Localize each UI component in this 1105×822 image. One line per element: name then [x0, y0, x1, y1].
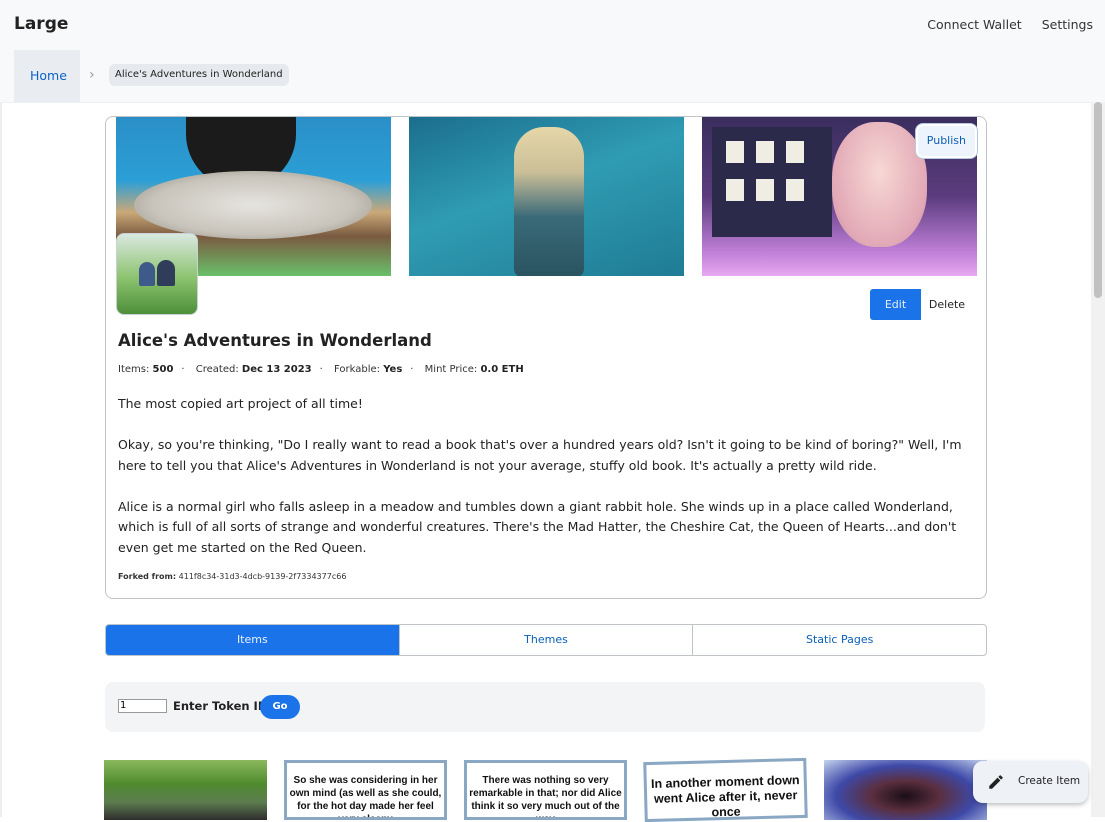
scrollbar-thumb[interactable]	[1094, 102, 1102, 298]
left-edge	[0, 102, 2, 817]
items-label: Items:	[118, 364, 150, 375]
tab-items[interactable]: Items	[106, 625, 399, 655]
forked-from-value: 411f8c34-31d3-4dcb-9139-2f7334377c66	[178, 572, 347, 581]
items-value: 500	[152, 364, 174, 375]
tab-static-pages[interactable]: Static Pages	[692, 625, 986, 655]
connect-wallet-link[interactable]: Connect Wallet	[927, 17, 1021, 32]
token-search: Enter Token ID Go	[105, 682, 985, 732]
top-nav: Connect Wallet Settings	[927, 17, 1093, 32]
created-label: Created:	[195, 364, 239, 375]
avatar	[116, 233, 198, 315]
page-title: Alice's Adventures in Wonderland	[118, 331, 432, 350]
banner-image-alice	[409, 117, 684, 276]
forked-from-label: Forked from:	[118, 572, 177, 581]
publish-button[interactable]: Publish	[915, 124, 977, 158]
delete-button[interactable]: Delete	[921, 289, 973, 320]
item-thumbnail[interactable]: There was nothing so very remarkable in …	[464, 760, 627, 820]
mint-price-value: 0.0 ETH	[480, 364, 524, 375]
item-thumbnail[interactable]	[824, 760, 987, 820]
project-meta: Items: 500 · Created: Dec 13 2023 · Forkab…	[118, 364, 524, 375]
item-thumbnail[interactable]	[104, 760, 267, 820]
top-bar: Large Connect Wallet Settings	[0, 0, 1105, 50]
item-thumbnail[interactable]: So she was considering in her own mind (…	[284, 760, 447, 820]
settings-link[interactable]: Settings	[1042, 17, 1093, 32]
description-paragraph: Okay, so you're thinking, "Do I really w…	[118, 437, 962, 473]
breadcrumb-home-label[interactable]: Home	[30, 68, 67, 83]
breadcrumb-current: Alice's Adventures in Wonderland	[109, 64, 289, 86]
chevron-right-icon: ›	[89, 67, 95, 83]
mint-price-label: Mint Price:	[424, 364, 478, 375]
description-paragraph: The most copied art project of all time!	[118, 396, 363, 411]
pencil-icon	[989, 775, 1003, 789]
breadcrumb: Home › Alice's Adventures in Wonderland	[0, 50, 1105, 103]
breadcrumb-home[interactable]: Home	[14, 50, 80, 102]
token-id-label: Enter Token ID	[173, 699, 268, 713]
forkable-label: Forkable:	[334, 364, 381, 375]
app-brand[interactable]: Large	[14, 14, 68, 34]
project-description: The most copied art project of all time!…	[118, 394, 978, 579]
banner	[116, 117, 977, 276]
forkable-value: Yes	[383, 364, 403, 375]
edit-button[interactable]: Edit	[870, 289, 921, 320]
project-card: Publish Edit Delete Alice's Adventures i…	[105, 116, 987, 599]
description-paragraph: Alice is a normal girl who falls asleep …	[118, 498, 957, 555]
token-id-input[interactable]	[118, 699, 167, 713]
create-item-button[interactable]: Create Item	[973, 761, 1088, 803]
create-item-label: Create Item	[1018, 775, 1081, 787]
tab-themes[interactable]: Themes	[398, 625, 693, 655]
created-value: Dec 13 2023	[241, 364, 312, 375]
tab-bar: Items Themes Static Pages	[105, 624, 987, 656]
item-thumbnail[interactable]: In another moment down went Alice after …	[643, 757, 808, 822]
forked-from: Forked from: 411f8c34-31d3-4dcb-9139-2f7…	[118, 572, 346, 581]
go-button[interactable]: Go	[260, 695, 300, 719]
